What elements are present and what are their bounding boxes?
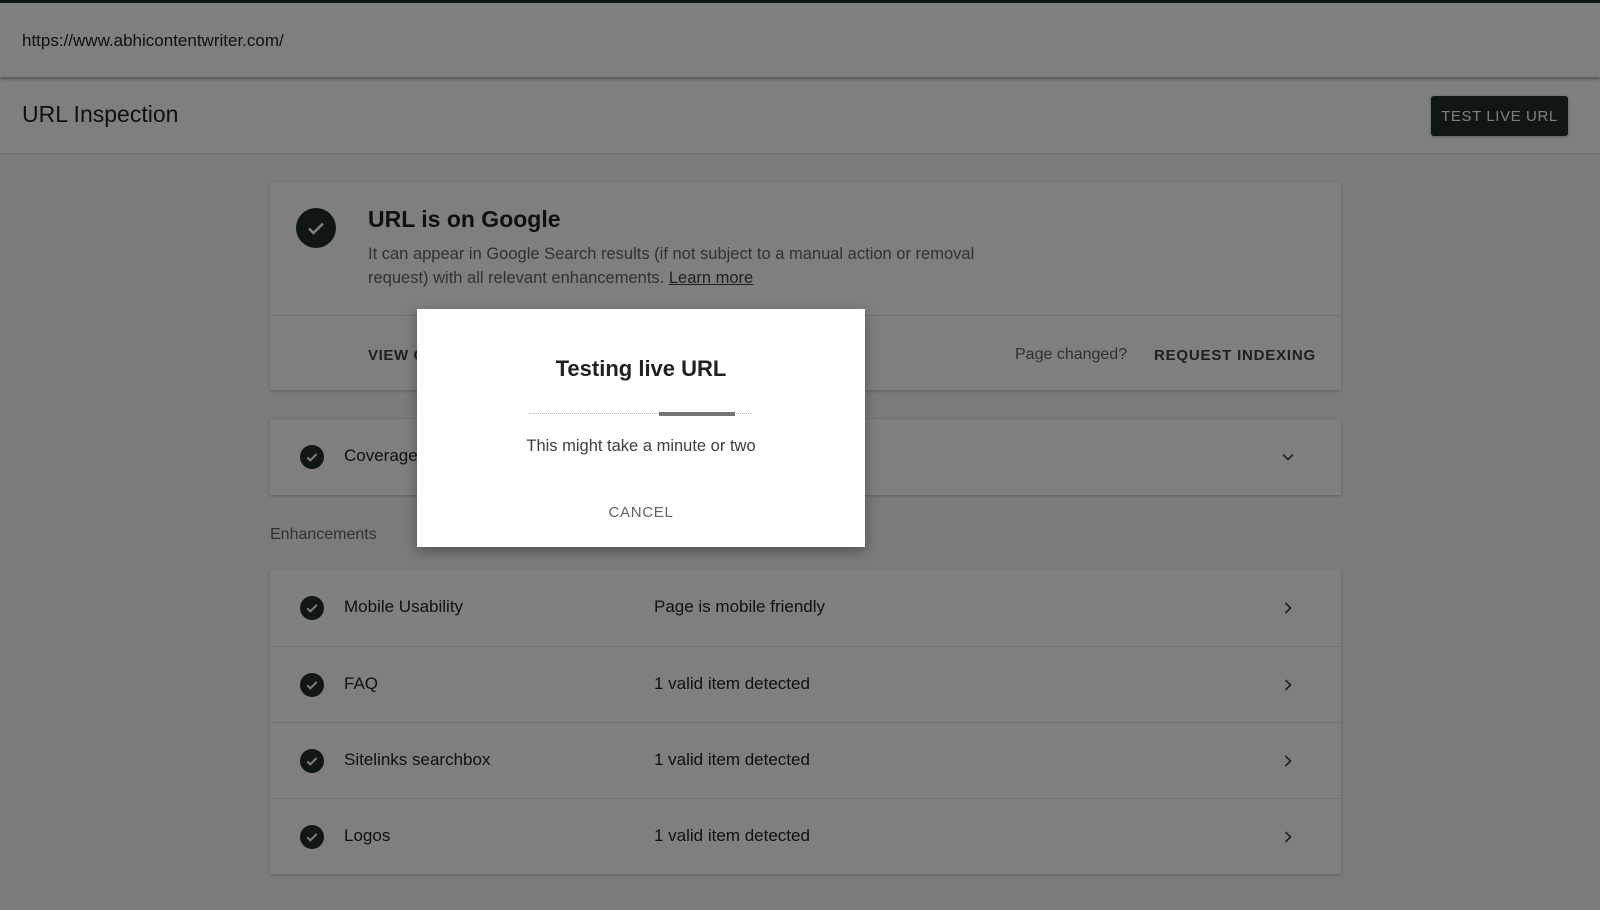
dialog-title: Testing live URL bbox=[555, 356, 727, 381]
cancel-button[interactable]: CANCEL bbox=[591, 496, 691, 528]
progress-indicator bbox=[659, 412, 735, 416]
progress-bar bbox=[529, 412, 751, 418]
dialog-subtitle: This might take a minute or two bbox=[526, 437, 756, 455]
testing-live-url-dialog: Testing live URL This might take a minut… bbox=[417, 309, 865, 547]
